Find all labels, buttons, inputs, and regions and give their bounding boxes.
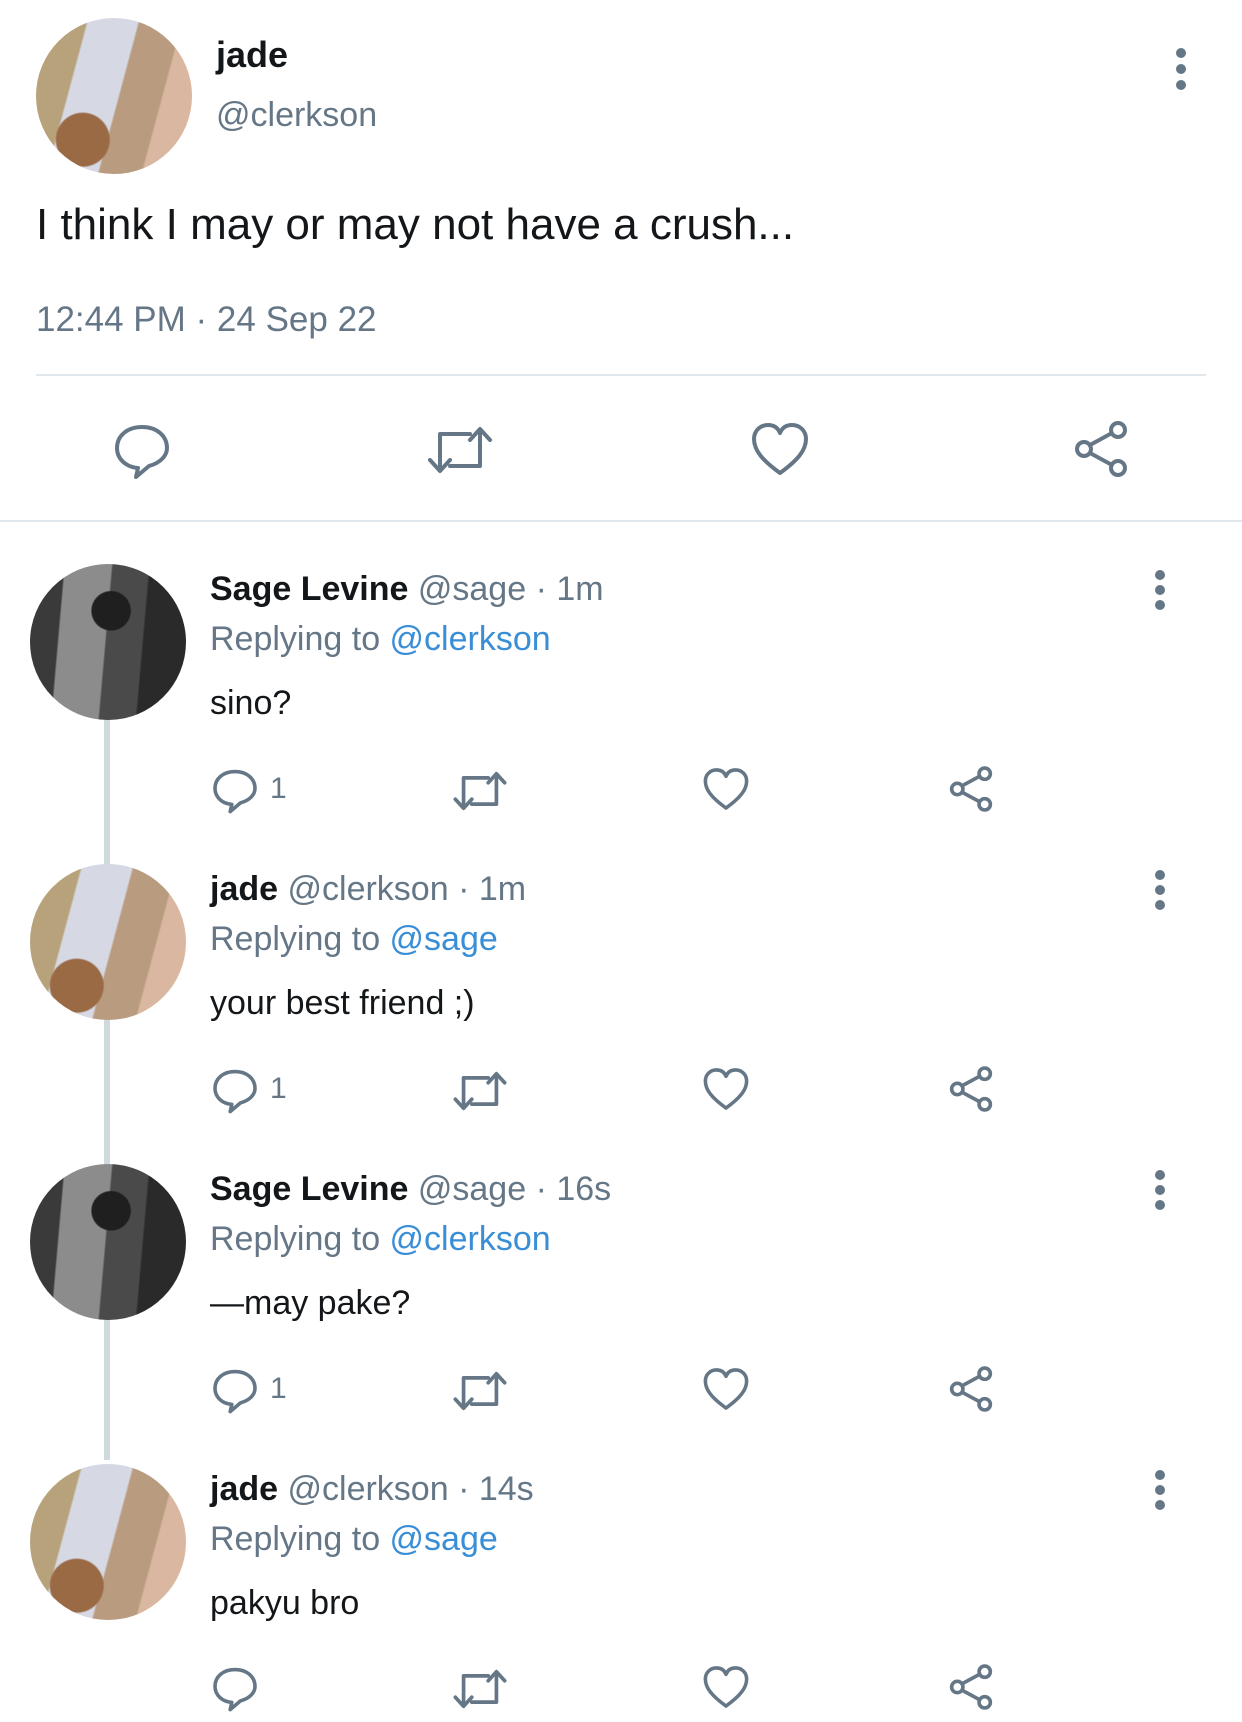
reply-text: your best friend ;) <box>210 984 475 1022</box>
thread-line <box>104 712 110 1460</box>
like-icon[interactable] <box>750 420 810 478</box>
reply-meta: @clerkson · 1m <box>287 870 527 908</box>
reply-author-name[interactable]: jade <box>210 870 278 908</box>
replying-to-link[interactable]: @clerkson <box>390 1220 551 1258</box>
author-handle[interactable]: @clerkson <box>216 96 377 135</box>
replying-prefix: Replying to <box>210 620 390 658</box>
replying-to-link[interactable]: @sage <box>390 920 498 958</box>
reply-header: Sage Levine @sage · 1m <box>210 570 604 609</box>
more-options-icon[interactable] <box>1145 1468 1175 1512</box>
replying-prefix: Replying to <box>210 1220 390 1258</box>
retweet-icon[interactable] <box>452 768 508 814</box>
tweet-timestamp: 12:44 PM · 24 Sep 22 <box>36 300 377 339</box>
replying-to-link[interactable]: @clerkson <box>390 620 551 658</box>
like-icon[interactable] <box>702 1366 750 1412</box>
reply-meta: @clerkson · 14s <box>287 1470 534 1508</box>
reply-author-name[interactable]: jade <box>210 1470 278 1508</box>
more-options-icon[interactable] <box>1166 46 1196 92</box>
reply-author-name[interactable]: Sage Levine <box>210 570 408 608</box>
reply-avatar[interactable] <box>30 1164 186 1320</box>
share-icon[interactable] <box>1070 418 1132 480</box>
reply-icon[interactable] <box>211 1066 259 1114</box>
replying-prefix: Replying to <box>210 920 390 958</box>
author-avatar[interactable] <box>36 18 192 174</box>
reply-icon[interactable] <box>211 766 259 814</box>
retweet-icon[interactable] <box>452 1666 508 1712</box>
reply-text: pakyu bro <box>210 1584 360 1622</box>
like-icon[interactable] <box>702 1664 750 1710</box>
reply-avatar[interactable] <box>30 1464 186 1620</box>
share-icon[interactable] <box>946 764 996 814</box>
reply-count: 1 <box>270 772 287 805</box>
reply-meta: @sage · 16s <box>417 1170 612 1208</box>
reply-author-name[interactable]: Sage Levine <box>210 1170 408 1208</box>
reply-meta: @sage · 1m <box>417 570 604 608</box>
replying-to: Replying to @sage <box>210 920 498 959</box>
reply-icon[interactable] <box>211 1366 259 1414</box>
reply-text: sino? <box>210 684 292 722</box>
replying-prefix: Replying to <box>210 1520 390 1558</box>
reply-text: —may pake? <box>210 1284 411 1322</box>
reply-count: 1 <box>270 1072 287 1105</box>
reply-avatar[interactable] <box>30 864 186 1020</box>
retweet-icon[interactable] <box>452 1068 508 1114</box>
more-options-icon[interactable] <box>1145 568 1175 612</box>
share-icon[interactable] <box>946 1364 996 1414</box>
replying-to: Replying to @sage <box>210 1520 498 1559</box>
reply-header: jade @clerkson · 14s <box>210 1470 534 1509</box>
like-icon[interactable] <box>702 1066 750 1112</box>
replying-to: Replying to @clerkson <box>210 620 551 659</box>
share-icon[interactable] <box>946 1662 996 1712</box>
tweet-text: I think I may or may not have a crush... <box>36 200 795 249</box>
more-options-icon[interactable] <box>1145 1168 1175 1212</box>
divider <box>36 374 1206 376</box>
reply-count: 1 <box>270 1372 287 1405</box>
reply-icon[interactable] <box>211 1664 259 1712</box>
reply-icon[interactable] <box>112 420 172 480</box>
like-icon[interactable] <box>702 766 750 812</box>
more-options-icon[interactable] <box>1145 868 1175 912</box>
retweet-icon[interactable] <box>452 1368 508 1414</box>
author-name[interactable]: jade <box>216 34 288 76</box>
section-divider <box>0 520 1242 522</box>
replying-to-link[interactable]: @sage <box>390 1520 498 1558</box>
retweet-icon[interactable] <box>426 422 494 478</box>
replying-to: Replying to @clerkson <box>210 1220 551 1259</box>
reply-avatar[interactable] <box>30 564 186 720</box>
reply-header: jade @clerkson · 1m <box>210 870 526 909</box>
share-icon[interactable] <box>946 1064 996 1114</box>
reply-header: Sage Levine @sage · 16s <box>210 1170 611 1209</box>
